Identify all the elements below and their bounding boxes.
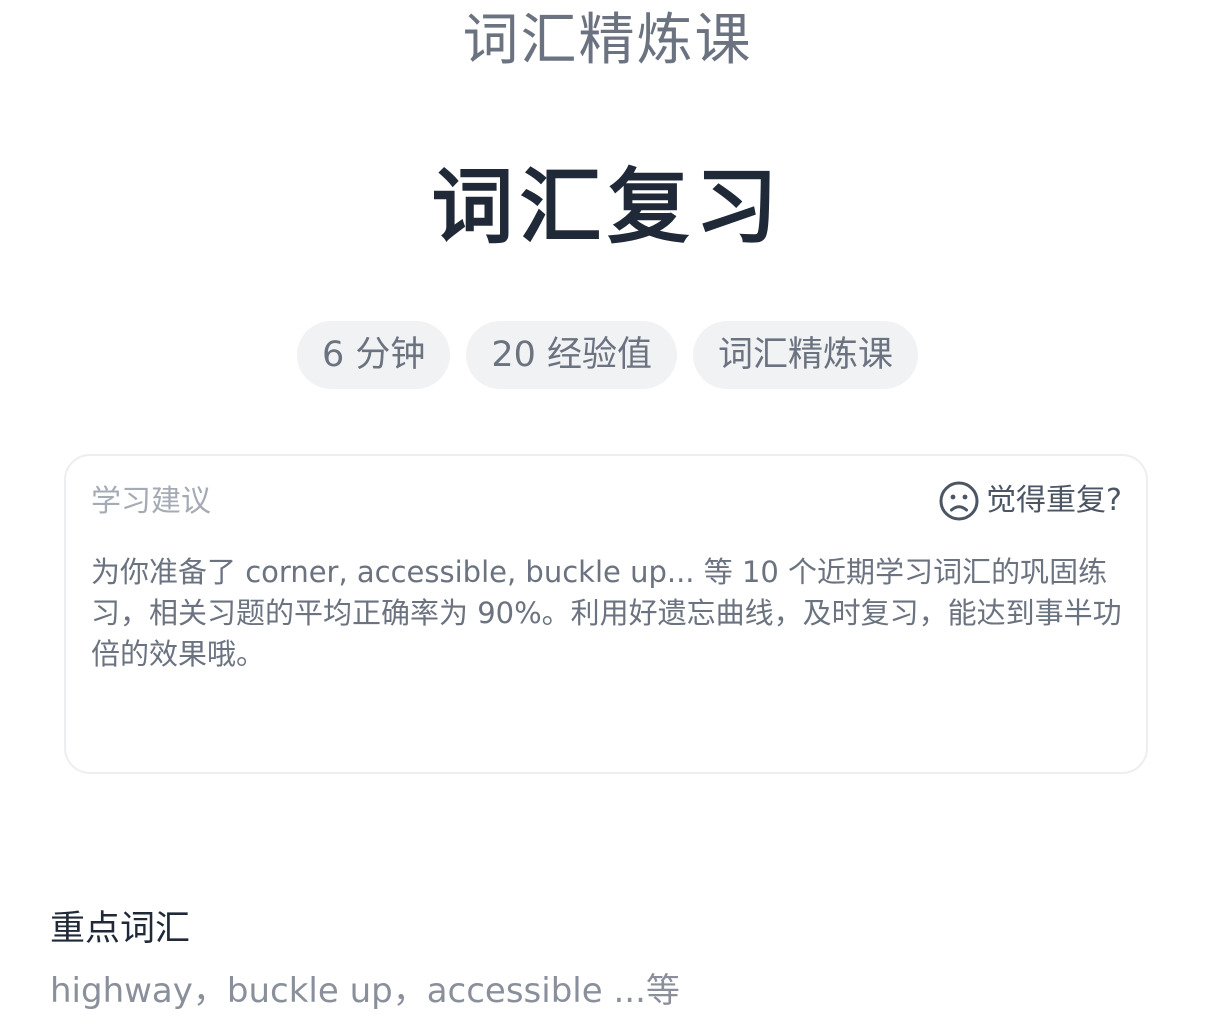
key-vocab-words: highway，buckle up，accessible ...等	[50, 971, 680, 1011]
key-vocab-heading: 重点词汇	[50, 909, 191, 949]
page-title: 词汇复习	[431, 160, 784, 255]
study-suggestion-card: 学习建议 觉得重复? 为你准备了 corner, accessible, buc…	[64, 454, 1148, 774]
course-type-tag: 词汇精炼课	[693, 321, 919, 389]
sad-face-icon	[939, 481, 979, 521]
feels-repetitive-button[interactable]: 觉得重复?	[938, 480, 1122, 522]
study-suggestion-label: 学习建议	[91, 484, 211, 519]
xp-tag: 20 经验值	[466, 321, 678, 389]
course-title: 词汇精炼课	[462, 8, 753, 73]
study-suggestion-text: 为你准备了 corner, accessible, buckle up... 等…	[91, 555, 1122, 671]
lesson-tags: 6 分钟 20 经验值 词汇精炼课	[0, 321, 1215, 389]
feels-repetitive-label: 觉得重复?	[986, 483, 1122, 518]
duration-tag: 6 分钟	[296, 321, 451, 389]
